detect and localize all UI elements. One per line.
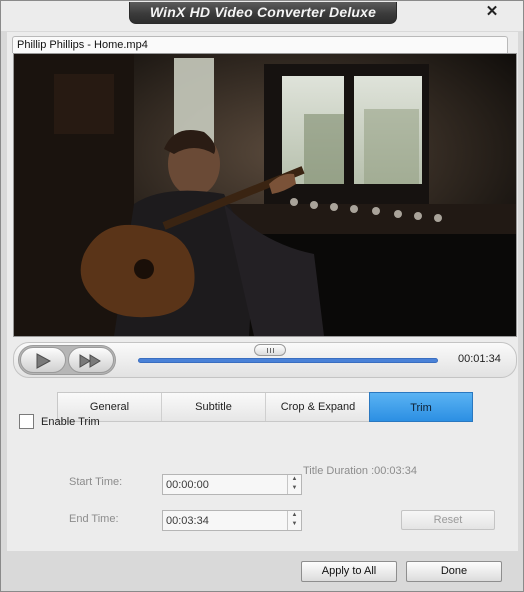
end-time-stepper[interactable]: ▲ ▼ bbox=[287, 511, 301, 530]
down-arrow-icon[interactable]: ▼ bbox=[288, 484, 301, 493]
tab-crop-expand[interactable]: Crop & Expand bbox=[266, 393, 370, 421]
settings-tabs: General Subtitle Crop & Expand Trim bbox=[57, 392, 473, 422]
start-time-label: Start Time: bbox=[69, 476, 123, 488]
close-icon[interactable]: ✕ bbox=[483, 3, 501, 21]
converter-window: WinX HD Video Converter Deluxe ✕ Phillip… bbox=[0, 0, 524, 592]
done-button[interactable]: Done bbox=[406, 561, 502, 582]
seek-bar[interactable] bbox=[138, 358, 438, 363]
enable-trim-label: Enable Trim bbox=[41, 416, 100, 428]
down-arrow-icon[interactable]: ▼ bbox=[288, 520, 301, 529]
play-button[interactable] bbox=[20, 347, 66, 373]
tab-subtitle[interactable]: Subtitle bbox=[162, 393, 266, 421]
player-controls: 00:01:34 bbox=[13, 342, 517, 378]
seek-thumb[interactable] bbox=[254, 344, 286, 356]
window-title: WinX HD Video Converter Deluxe bbox=[129, 2, 397, 24]
time-display: 00:01:34 bbox=[458, 353, 501, 365]
up-arrow-icon[interactable]: ▲ bbox=[288, 511, 301, 520]
reset-button[interactable]: Reset bbox=[401, 510, 495, 530]
start-time-value: 00:00:00 bbox=[166, 479, 209, 491]
playback-buttons bbox=[18, 345, 116, 375]
title-duration: Title Duration :00:03:34 bbox=[303, 465, 417, 477]
tab-trim[interactable]: Trim bbox=[369, 392, 473, 422]
title-bar[interactable]: WinX HD Video Converter Deluxe ✕ bbox=[1, 1, 523, 31]
start-time-stepper[interactable]: ▲ ▼ bbox=[287, 475, 301, 494]
enable-trim-checkbox[interactable] bbox=[19, 414, 34, 429]
start-time-field[interactable]: 00:00:00 ▲ ▼ bbox=[162, 474, 302, 495]
video-frame-image bbox=[14, 54, 516, 336]
apply-to-all-button[interactable]: Apply to All bbox=[301, 561, 397, 582]
end-time-label: End Time: bbox=[69, 513, 119, 525]
end-time-value: 00:03:34 bbox=[166, 515, 209, 527]
fast-forward-icon bbox=[79, 354, 101, 368]
fast-forward-button[interactable] bbox=[68, 347, 114, 373]
video-preview bbox=[13, 53, 517, 337]
play-icon bbox=[36, 353, 52, 369]
end-time-field[interactable]: 00:03:34 ▲ ▼ bbox=[162, 510, 302, 531]
up-arrow-icon[interactable]: ▲ bbox=[288, 475, 301, 484]
file-name-label: Phillip Phillips - Home.mp4 bbox=[12, 36, 508, 53]
